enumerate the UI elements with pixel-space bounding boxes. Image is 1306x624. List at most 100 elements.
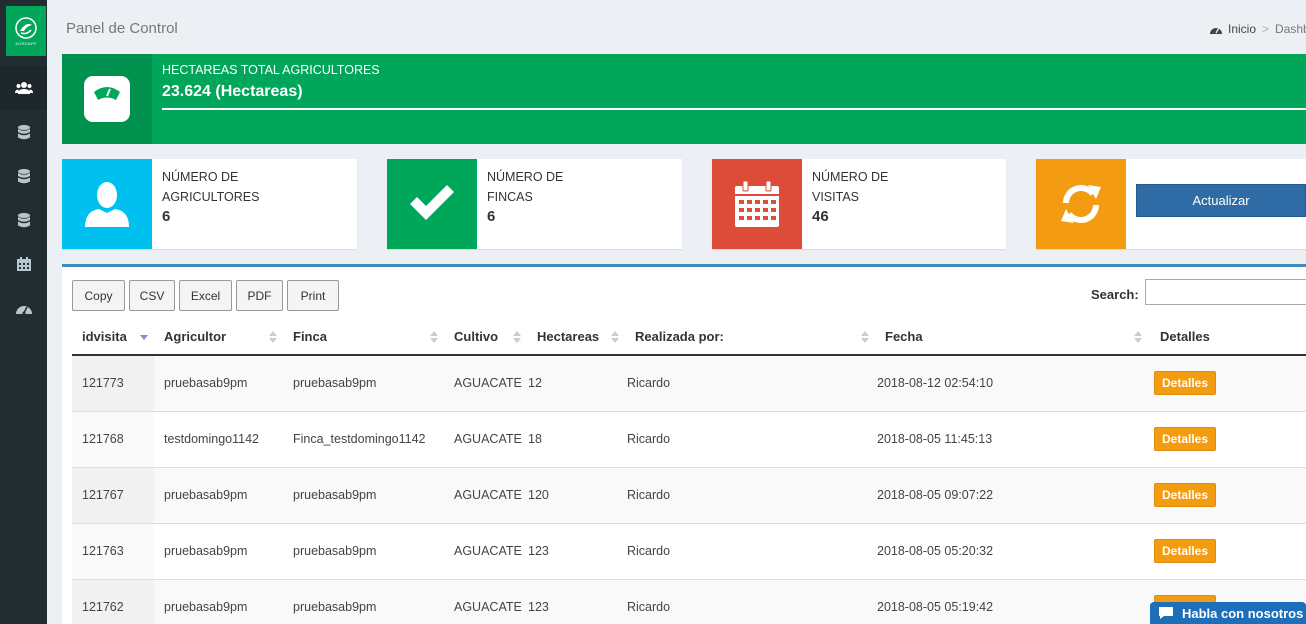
sidebar-item-dashboard[interactable] [0,286,47,330]
cell-agricultor: pruebasab9pm [154,522,283,579]
table-row: 121773 pruebasab9pm pruebasab9pm AGUACAT… [72,354,1306,411]
table-row: 121763 pruebasab9pm pruebasab9pm AGUACAT… [72,522,1306,579]
column-header-idvisita[interactable]: idvisita [72,319,154,356]
sidebar-item-agricultores[interactable] [0,66,47,110]
cell-hectareas: 120 [527,466,625,523]
cell-cultivo: AGUACATE [444,410,527,467]
check-icon [410,185,454,220]
cell-detalles: Detalles [1148,466,1306,523]
detalles-button[interactable]: Detalles [1154,427,1217,451]
column-header-cultivo[interactable]: Cultivo [444,319,527,356]
breadcrumb-current: Dashb [1275,22,1306,36]
cell-cultivo: AGUACATE [444,466,527,523]
copy-button[interactable]: Copy [72,280,125,311]
stat-icon-box [712,159,802,249]
visits-table-panel: Copy CSV Excel PDF Print Search: idvisit… [62,264,1306,624]
cell-hectareas: 123 [527,522,625,579]
dashboard-icon [1210,28,1222,34]
cell-idvisita: 121768 [72,410,154,467]
refresh-icon [1061,185,1101,223]
cell-cultivo: AGUACATE [444,522,527,579]
chat-label: Habla con nosotros [1182,605,1304,621]
refresh-button[interactable]: Actualizar [1136,184,1306,217]
dashboard-icon [15,306,32,314]
database-icon [17,168,30,183]
sidebar-item-database-1[interactable] [0,110,47,154]
cell-hectareas: 12 [527,354,625,411]
page-title: Panel de Control [66,20,178,37]
column-header-hectareas[interactable]: Hectareas [527,319,625,356]
sort-icon [513,331,521,343]
stat-label: NÚMERO DE FINCAS [487,170,564,204]
cell-detalles: Detalles [1148,354,1306,411]
database-icon [17,124,30,139]
cell-agricultor: pruebasab9pm [154,578,283,624]
scale-icon [84,76,130,122]
banner-value: 23.624 (Hectareas) [162,83,303,100]
column-header-label: Fecha [885,329,923,344]
sidebar-item-calendar[interactable] [0,242,47,286]
stat-icon-box [387,159,477,249]
cell-agricultor: testdomingo1142 [154,410,283,467]
column-header-realizada-por[interactable]: Realizada por: [625,319,875,356]
user-icon [85,182,129,227]
stat-label: NÚMERO DE VISITAS [812,170,889,204]
cell-realizada-por: Ricardo [625,410,875,467]
database-icon [17,212,30,227]
sort-icon [861,331,869,343]
column-header-label: idvisita [82,329,127,344]
cell-finca: pruebasab9pm [283,578,444,624]
stat-value: 6 [487,208,496,225]
breadcrumb: Inicio > Dashb [1210,22,1306,36]
print-button[interactable]: Print [287,280,339,311]
detalles-button[interactable]: Detalles [1154,539,1217,563]
column-header-label: Agricultor [164,329,227,344]
table-row: 121762 pruebasab9pm pruebasab9pm AGUACAT… [72,578,1306,624]
visits-table: idvisita Agricultor Finca Cultivo Hectar… [72,319,1306,624]
cell-hectareas: 18 [527,410,625,467]
breadcrumb-home-link[interactable]: Inicio [1228,22,1256,36]
column-header-label: Detalles [1160,329,1210,344]
cell-finca: pruebasab9pm [283,354,444,411]
hectares-banner: HECTAREAS TOTAL AGRICULTORES 23.624 (Hec… [62,54,1306,144]
stat-label: NÚMERO DE AGRICULTORES [162,170,260,204]
pdf-button[interactable]: PDF [236,280,283,311]
table-row: 121767 pruebasab9pm pruebasab9pm AGUACAT… [72,466,1306,523]
cell-finca: pruebasab9pm [283,466,444,523]
cell-realizada-por: Ricardo [625,466,875,523]
cell-idvisita: 121763 [72,522,154,579]
sort-icon [1134,331,1142,343]
column-header-agricultor[interactable]: Agricultor [154,319,283,356]
app-logo[interactable]: AGROAPP [6,6,46,56]
sidebar-item-database-3[interactable] [0,198,47,242]
csv-button[interactable]: CSV [129,280,175,311]
table-row: 121768 testdomingo1142 Finca_testdomingo… [72,410,1306,467]
sort-icon [269,331,277,343]
excel-button[interactable]: Excel [179,280,232,311]
stat-box-fincas: NÚMERO DE FINCAS 6 [387,159,682,249]
calendar-icon [16,257,31,271]
column-header-label: Realizada por: [635,329,724,344]
column-header-finca[interactable]: Finca [283,319,444,356]
refresh-box: Actualizar [1036,159,1306,249]
chat-widget[interactable]: Habla con nosotros [1150,602,1306,624]
cell-detalles: Detalles [1148,522,1306,579]
cell-cultivo: AGUACATE [444,354,527,411]
detalles-button[interactable]: Detalles [1154,483,1217,507]
column-header-detalles: Detalles [1148,319,1306,356]
users-icon [14,82,33,94]
column-header-label: Cultivo [454,329,499,344]
search-label: Search: [1091,287,1139,302]
column-header-fecha[interactable]: Fecha [875,319,1148,356]
banner-progress-bar [162,108,1306,110]
cell-realizada-por: Ricardo [625,578,875,624]
cell-finca: Finca_testdomingo1142 [283,410,444,467]
stat-box-agricultores: NÚMERO DE AGRICULTORES 6 [62,159,357,249]
sidebar-item-database-2[interactable] [0,154,47,198]
stat-box-visitas: NÚMERO DE VISITAS 46 [712,159,1006,249]
sort-icon [430,331,438,343]
cell-idvisita: 121767 [72,466,154,523]
cell-finca: pruebasab9pm [283,522,444,579]
search-input[interactable] [1145,279,1306,305]
detalles-button[interactable]: Detalles [1154,371,1217,396]
